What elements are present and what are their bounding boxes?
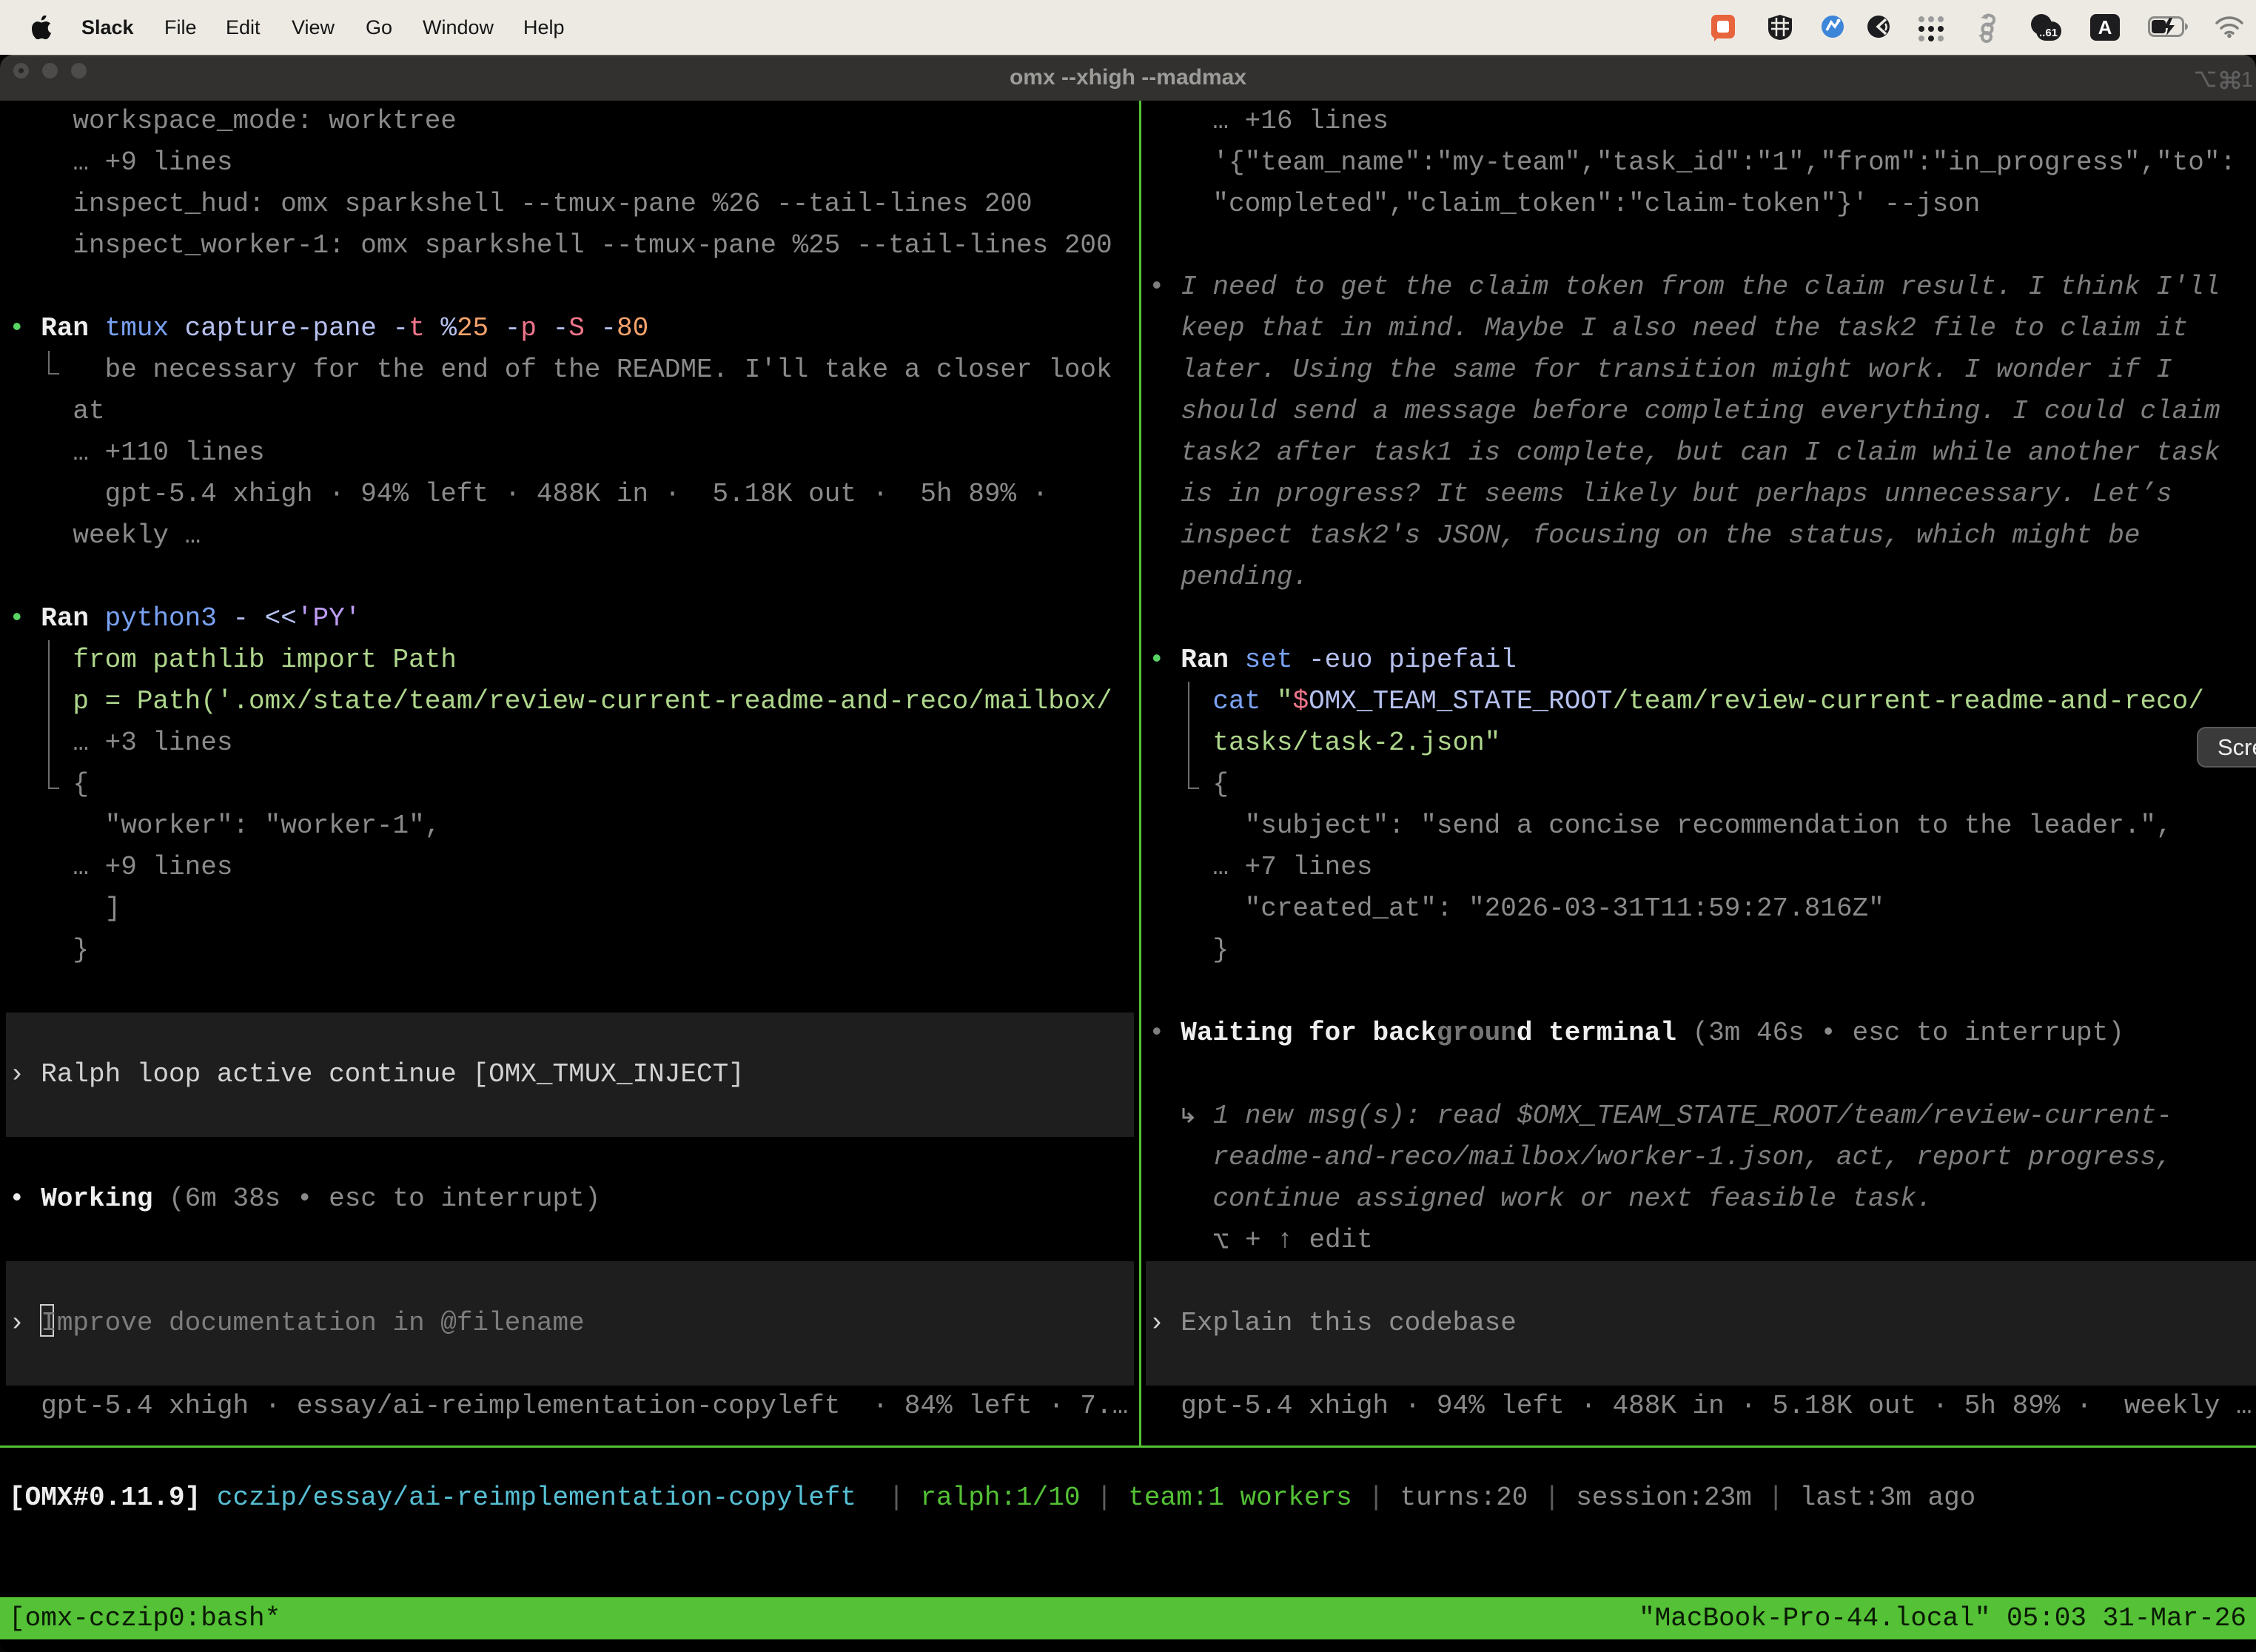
svg-text:..61: ..61 <box>2039 27 2058 39</box>
